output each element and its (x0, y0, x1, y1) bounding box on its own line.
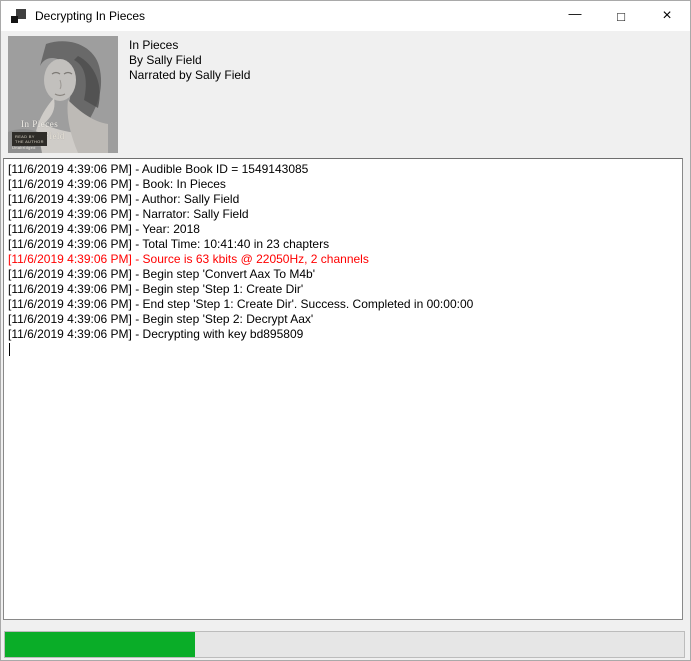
cover-badge-line2: THE AUTHOR (15, 139, 44, 144)
close-button[interactable]: × (644, 1, 690, 31)
cover-edition-text: Unabridged (12, 145, 36, 150)
log-line: [11/6/2019 4:39:06 PM] - End step 'Step … (8, 297, 678, 312)
app-icon-square-small (11, 16, 18, 23)
app-icon (11, 8, 27, 24)
log-line: [11/6/2019 4:39:06 PM] - Book: In Pieces (8, 177, 678, 192)
maximize-button[interactable]: □ (598, 1, 644, 31)
log-output-textbox[interactable]: [11/6/2019 4:39:06 PM] - Audible Book ID… (3, 158, 683, 620)
book-author: By Sally Field (129, 53, 250, 68)
maximize-icon: □ (617, 9, 625, 24)
text-caret (9, 343, 10, 356)
cover-title-text: In Pieces (21, 119, 58, 130)
book-info: In Pieces By Sally Field Narrated by Sal… (129, 38, 250, 83)
progress-bar-fill (5, 632, 195, 657)
log-line: [11/6/2019 4:39:06 PM] - Year: 2018 (8, 222, 678, 237)
log-line: [11/6/2019 4:39:06 PM] - Begin step 'Con… (8, 267, 678, 282)
close-icon: × (662, 7, 671, 25)
cover-read-by-badge: READ BY THE AUTHOR (12, 132, 47, 146)
progress-bar (4, 631, 685, 658)
book-narrator: Narrated by Sally Field (129, 68, 250, 83)
app-window: Decrypting In Pieces — □ × (0, 0, 691, 661)
book-title: In Pieces (129, 38, 250, 53)
log-line: [11/6/2019 4:39:06 PM] - Decrypting with… (8, 327, 678, 342)
window-title: Decrypting In Pieces (35, 9, 145, 23)
minimize-icon: — (569, 6, 582, 21)
log-line: [11/6/2019 4:39:06 PM] - Author: Sally F… (8, 192, 678, 207)
minimize-button[interactable]: — (552, 1, 598, 31)
log-line: [11/6/2019 4:39:06 PM] - Source is 63 kb… (8, 252, 678, 267)
caption-buttons: — □ × (552, 1, 690, 31)
titlebar[interactable]: Decrypting In Pieces — □ × (1, 1, 690, 31)
log-line: [11/6/2019 4:39:06 PM] - Audible Book ID… (8, 162, 678, 177)
log-lines: [11/6/2019 4:39:06 PM] - Audible Book ID… (8, 162, 678, 342)
book-cover-image: In Pieces Sally Field READ BY THE AUTHOR… (8, 36, 118, 153)
log-line: [11/6/2019 4:39:06 PM] - Begin step 'Ste… (8, 312, 678, 327)
log-line: [11/6/2019 4:39:06 PM] - Begin step 'Ste… (8, 282, 678, 297)
log-line: [11/6/2019 4:39:06 PM] - Narrator: Sally… (8, 207, 678, 222)
log-line: [11/6/2019 4:39:06 PM] - Total Time: 10:… (8, 237, 678, 252)
